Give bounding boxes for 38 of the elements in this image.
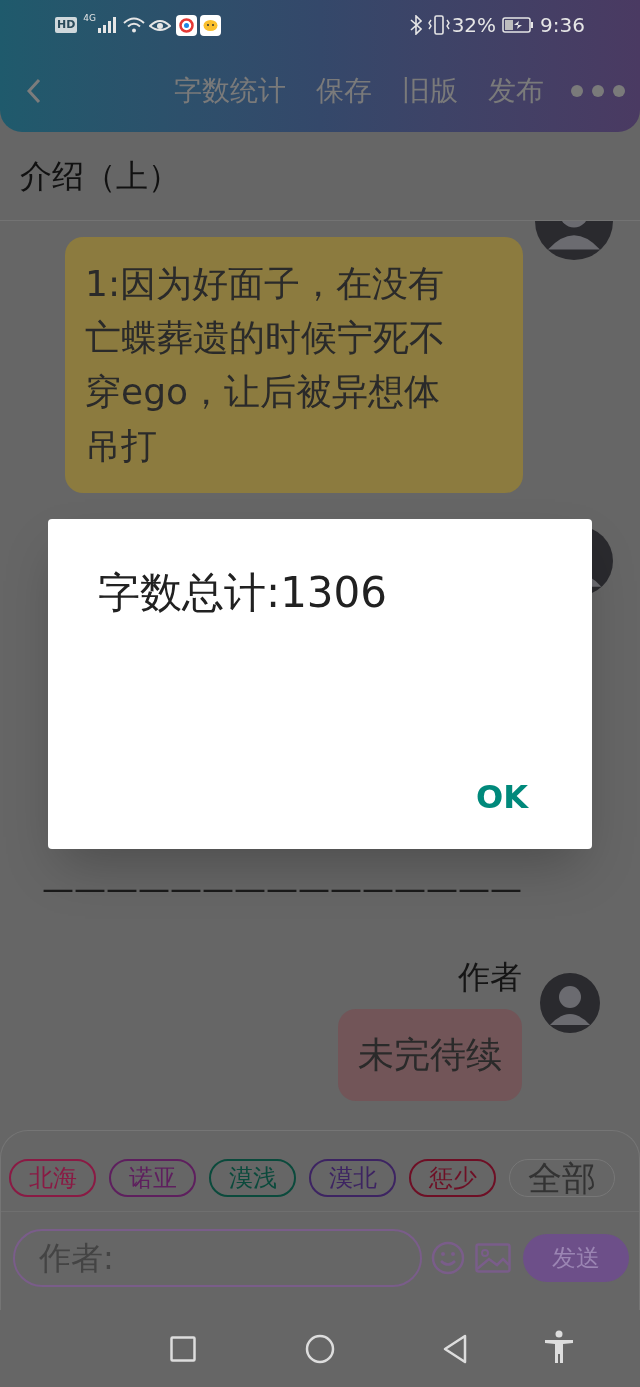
home-button[interactable]: [305, 1334, 335, 1364]
ok-button[interactable]: OK: [476, 781, 528, 813]
network-label: 4G: [83, 14, 97, 23]
tag-chip[interactable]: 漠北: [309, 1159, 396, 1197]
sender-name: 作者: [458, 957, 522, 997]
tag-chip[interactable]: 诺亚: [109, 1159, 196, 1197]
toolbar-action[interactable]: 发布: [488, 77, 544, 105]
avatar: [540, 973, 600, 1033]
clock-time: 9:36: [540, 12, 585, 39]
page-title: 介绍（上）: [20, 156, 180, 197]
wifi-icon: [123, 17, 146, 33]
battery-charging-icon: [502, 17, 535, 33]
tag-chip[interactable]: 北海: [9, 1159, 96, 1197]
dialog-message: 字数总计:1306: [98, 567, 388, 619]
toolbar-action[interactable]: 字数统计: [174, 77, 286, 105]
back-icon: [26, 78, 42, 104]
accessibility-icon[interactable]: [543, 1330, 575, 1364]
smiley-icon: [431, 1241, 465, 1275]
more-button[interactable]: [570, 84, 626, 98]
tag-chip[interactable]: 惩少: [409, 1159, 496, 1197]
image-icon: [475, 1243, 511, 1273]
eye-icon: [149, 17, 172, 33]
bluetooth-icon: [409, 15, 422, 35]
message-bubble: 1:因为好面子，在没有亡蝶葬遗的时候宁死不穿ego，让后被异想体吊打: [65, 237, 523, 493]
more-icon: [570, 84, 626, 98]
toolbar-action[interactable]: 保存: [316, 77, 372, 105]
vibrate-icon: [427, 15, 450, 35]
recents-button[interactable]: [170, 1336, 196, 1362]
hd-label: HD: [55, 17, 78, 33]
toolbar-action[interactable]: 旧版: [402, 77, 458, 105]
tag-chip[interactable]: 漠浅: [209, 1159, 296, 1197]
app-icon: [176, 14, 198, 36]
message-bubble: 未完待续: [338, 1009, 522, 1101]
divider-text: ———————————————: [42, 870, 522, 908]
back-nav-button[interactable]: [442, 1334, 468, 1364]
app-icon: [200, 14, 222, 36]
signal-icon: [97, 17, 118, 33]
battery-percent: 32%: [451, 12, 497, 39]
